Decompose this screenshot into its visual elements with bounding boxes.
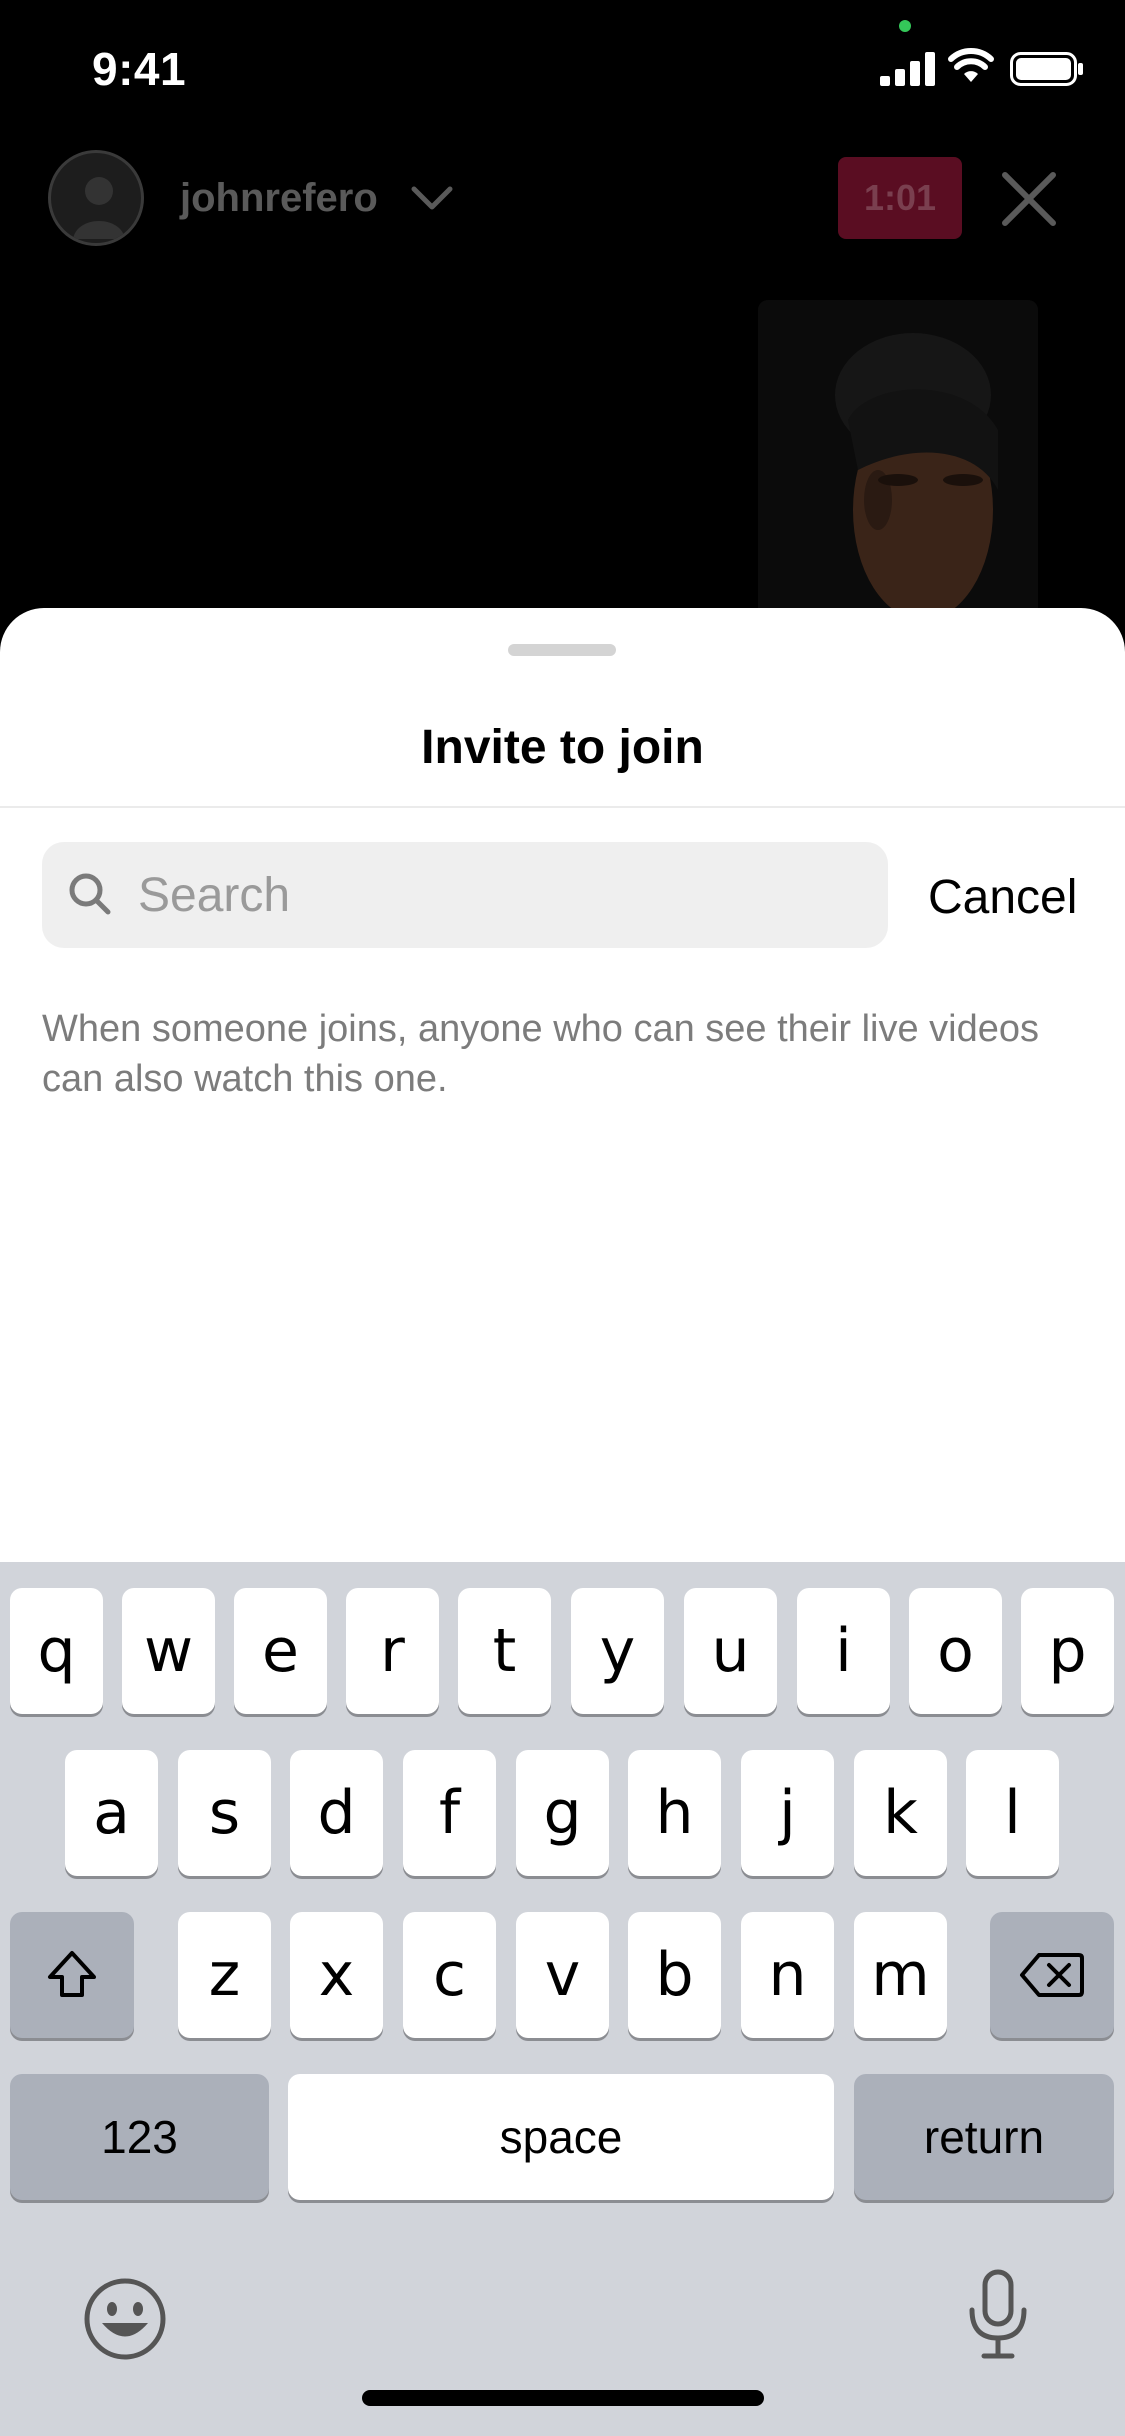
search-bar[interactable] — [42, 842, 888, 948]
chevron-down-icon[interactable] — [410, 184, 454, 212]
key-v[interactable]: v — [516, 1912, 609, 2038]
avatar[interactable] — [48, 150, 144, 246]
backspace-icon — [1020, 1953, 1084, 1997]
home-indicator[interactable] — [362, 2390, 764, 2406]
key-l[interactable]: l — [966, 1750, 1059, 1876]
emoji-icon[interactable] — [82, 2276, 168, 2362]
video-face-image — [758, 300, 1038, 620]
shift-key[interactable] — [10, 1912, 134, 2038]
key-j[interactable]: j — [741, 1750, 834, 1876]
guest-video-preview — [758, 300, 1038, 620]
key-o[interactable]: o — [909, 1588, 1002, 1714]
wifi-icon — [948, 48, 994, 82]
sheet-grabber[interactable] — [508, 644, 616, 656]
key-g[interactable]: g — [516, 1750, 609, 1876]
invite-info-text: When someone joins, anyone who can see t… — [42, 1008, 1040, 1100]
key-r[interactable]: r — [346, 1588, 439, 1714]
avatar-person-icon — [73, 177, 125, 239]
close-icon[interactable] — [1000, 170, 1058, 228]
key-m[interactable]: m — [854, 1912, 947, 2038]
key-k[interactable]: k — [854, 1750, 947, 1876]
sheet-title: Invite to join — [421, 721, 704, 774]
cancel-button[interactable]: Cancel — [928, 870, 1077, 925]
key-f[interactable]: f — [403, 1750, 496, 1876]
live-timer-badge: 1:01 — [838, 157, 962, 239]
key-s[interactable]: s — [178, 1750, 271, 1876]
shift-icon — [48, 1951, 96, 1997]
search-icon — [69, 873, 111, 915]
return-key[interactable]: return — [854, 2074, 1114, 2200]
key-e[interactable]: e — [234, 1588, 327, 1714]
key-a[interactable]: a — [65, 1750, 158, 1876]
key-x[interactable]: x — [290, 1912, 383, 2038]
key-b[interactable]: b — [628, 1912, 721, 2038]
delete-key[interactable] — [990, 1912, 1114, 2038]
key-d[interactable]: d — [290, 1750, 383, 1876]
key-n[interactable]: n — [741, 1912, 834, 2038]
key-i[interactable]: i — [797, 1588, 890, 1714]
key-q[interactable]: q — [10, 1588, 103, 1714]
key-z[interactable]: z — [178, 1912, 271, 2038]
battery-icon — [1010, 52, 1083, 86]
key-w[interactable]: w — [122, 1588, 215, 1714]
key-u[interactable]: u — [684, 1588, 777, 1714]
divider — [0, 806, 1125, 808]
microphone-icon[interactable] — [966, 2268, 1030, 2362]
status-time: 9:41 — [92, 43, 187, 95]
status-bar: 9:41 — [0, 0, 1125, 140]
camera-in-use-indicator — [899, 20, 911, 32]
key-p[interactable]: p — [1021, 1588, 1114, 1714]
key-t[interactable]: t — [458, 1588, 551, 1714]
cellular-signal-icon — [880, 52, 935, 86]
username[interactable]: johnrefero — [180, 176, 378, 221]
keyboard: q w e r t y u i o p a s d f g h j k l z … — [0, 1562, 1125, 2436]
search-input[interactable] — [138, 842, 868, 948]
key-y[interactable]: y — [571, 1588, 664, 1714]
key-c[interactable]: c — [403, 1912, 496, 2038]
numbers-key[interactable]: 123 — [10, 2074, 269, 2200]
live-header: johnrefero 1:01 — [0, 140, 1125, 260]
space-key[interactable]: space — [288, 2074, 834, 2200]
key-h[interactable]: h — [628, 1750, 721, 1876]
